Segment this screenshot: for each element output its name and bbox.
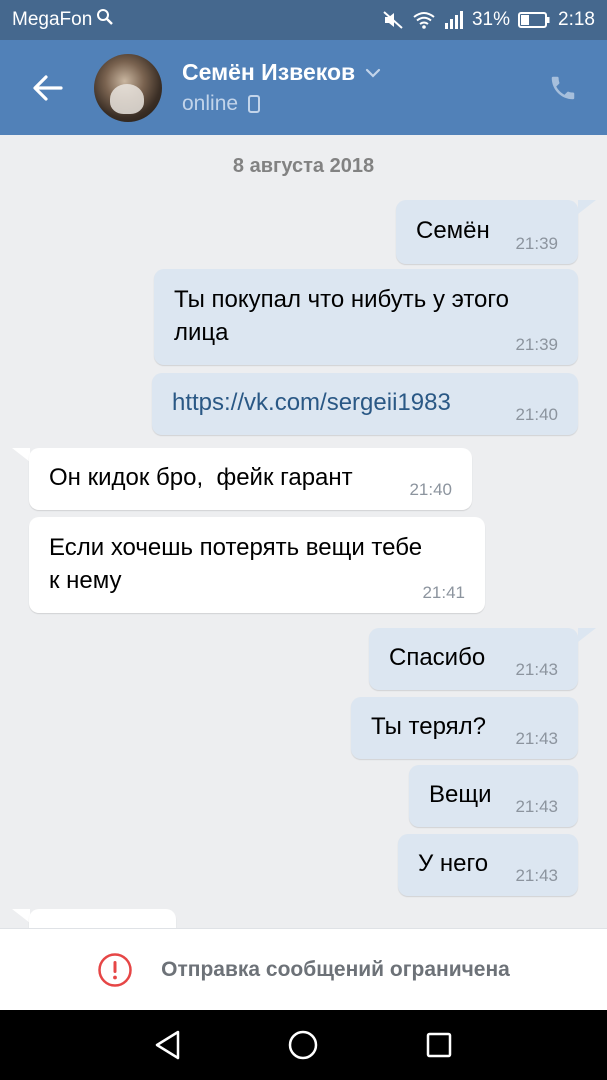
message-time: 21:43 xyxy=(515,660,558,679)
restriction-text: Отправка сообщений ограничена xyxy=(161,957,510,981)
contact-name: Семён Извеков xyxy=(182,59,356,85)
back-button[interactable] xyxy=(18,58,78,118)
message-outgoing[interactable]: Ты покупал что нибуть у этого лица 21:39 xyxy=(154,269,578,365)
circle-home-icon xyxy=(289,1030,318,1060)
warning-circle-icon xyxy=(98,952,132,987)
battery-icon xyxy=(518,12,550,28)
bubble-tail xyxy=(12,909,30,923)
message-text: Спасибо xyxy=(389,644,486,671)
message-outgoing[interactable]: Вещи 21:43 xyxy=(409,765,578,827)
messaging-restricted-bar: Отправка сообщений ограничена xyxy=(0,928,607,1010)
message-incoming[interactable]: Он кидок бро, фейк гарант 21:40 xyxy=(29,448,472,510)
message-text: У него xyxy=(418,850,489,877)
call-button[interactable] xyxy=(541,66,585,110)
presence-row: online xyxy=(182,92,381,116)
chat-header: Семён Извеков online xyxy=(0,40,607,135)
system-nav-bar xyxy=(0,1010,607,1080)
message-time: 21:40 xyxy=(515,405,558,424)
message-time: 21:43 xyxy=(515,729,558,748)
triangle-back-icon xyxy=(155,1030,180,1060)
message-outgoing[interactable]: https://vk.com/sergeii1983 21:40 xyxy=(152,373,578,435)
presence-status: online xyxy=(182,92,239,115)
message-text-line: Если хочешь потерять вещи тебе xyxy=(49,534,423,561)
phone-icon xyxy=(551,76,575,99)
contact-info[interactable]: Семён Извеков online xyxy=(182,59,381,116)
message-text: Он кидок бро, фейк гарант xyxy=(49,464,353,491)
status-bar: MegaFon 31% 2:18 xyxy=(0,0,607,40)
battery-percent: 31% xyxy=(471,9,511,30)
signal-icon xyxy=(444,11,464,29)
message-outgoing[interactable]: Ты терял? 21:43 xyxy=(351,697,578,759)
message-time: 21:43 xyxy=(515,866,558,885)
nav-home-button[interactable] xyxy=(278,1020,328,1070)
message-text-line: Ты покупал что нибуть у этого xyxy=(174,286,509,313)
message-text: Вещи xyxy=(429,781,492,808)
status-left: MegaFon xyxy=(12,8,114,32)
message-text: Ты терял? xyxy=(371,713,487,740)
message-outgoing[interactable]: Семён 21:39 xyxy=(396,200,578,264)
message-time: 21:40 xyxy=(409,480,452,499)
message-text: Семён xyxy=(416,217,490,244)
message-incoming[interactable]: Если хочешь потерять вещи тебе к нему 21… xyxy=(29,517,485,613)
contact-name-row: Семён Извеков xyxy=(182,59,381,86)
message-time: 21:39 xyxy=(515,335,558,354)
wifi-icon xyxy=(412,10,436,30)
mobile-phone-icon xyxy=(248,95,261,113)
message-time: 21:43 xyxy=(515,797,558,816)
nav-recents-button[interactable] xyxy=(414,1020,464,1070)
square-recents-icon xyxy=(426,1032,452,1058)
arrow-left-icon xyxy=(33,74,63,101)
message-time: 21:39 xyxy=(515,234,558,253)
message-link[interactable]: https://vk.com/sergeii1983 xyxy=(172,389,451,416)
nav-back-button[interactable] xyxy=(143,1020,193,1070)
status-right: 31% 2:18 xyxy=(382,9,595,31)
message-text-line: лица xyxy=(174,319,229,346)
chevron-down-icon xyxy=(366,68,381,78)
message-outgoing[interactable]: У него 21:43 xyxy=(398,834,578,896)
avatar[interactable] xyxy=(94,53,162,122)
date-separator: 8 августа 2018 xyxy=(232,155,375,177)
carrier-name: MegaFon xyxy=(12,9,93,30)
message-time: 21:41 xyxy=(422,583,465,602)
message-list[interactable]: 8 августа 2018 Семён 21:39 Ты покупал чт… xyxy=(0,135,607,928)
clock: 2:18 xyxy=(558,9,595,30)
bubble-tail xyxy=(578,628,596,642)
bubble-tail xyxy=(578,200,596,214)
message-text-line: к нему xyxy=(49,567,122,594)
message-outgoing[interactable]: Спасибо 21:43 xyxy=(369,628,578,690)
search-icon xyxy=(96,8,114,32)
message-incoming-partial[interactable] xyxy=(29,909,176,928)
mute-icon xyxy=(382,10,404,30)
bubble-tail xyxy=(12,448,30,462)
